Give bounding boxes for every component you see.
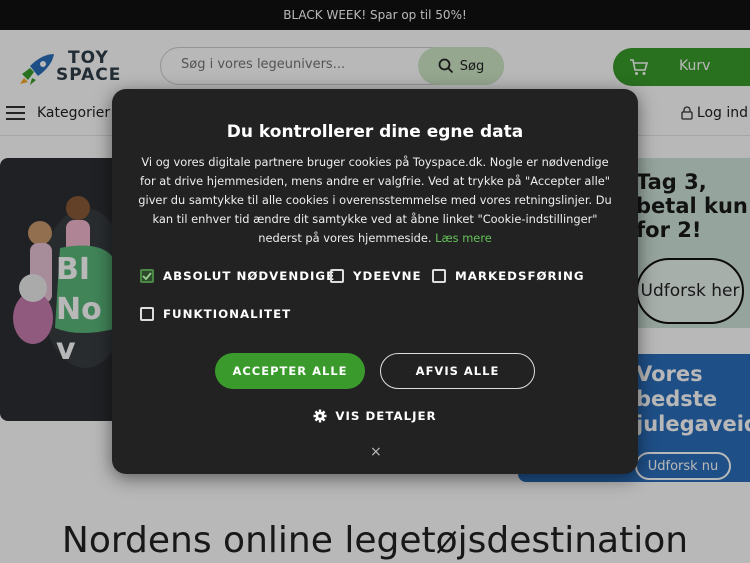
checkbox-marketing[interactable]: MARKEDSFØRING (432, 269, 585, 283)
checkbox-unchecked-icon (330, 269, 344, 283)
checkbox-functionality[interactable]: FUNKTIONALITET (140, 307, 291, 321)
cookie-dialog-title: Du kontrollerer dine egne data (226, 122, 524, 142)
checkbox-unchecked-icon (432, 269, 446, 283)
cookie-dialog-body: Vi og vores digitale partnere bruger coo… (132, 153, 618, 248)
checkbox-label: MARKEDSFØRING (455, 269, 585, 283)
checkbox-unchecked-icon (140, 307, 154, 321)
cookie-consent-dialog: Du kontrollerer dine egne data Vi og vor… (112, 89, 638, 474)
show-details-label: VIS DETALJER (335, 409, 437, 423)
gear-icon (313, 409, 327, 423)
checkbox-performance[interactable]: YDEEVNE (330, 269, 422, 283)
close-icon[interactable]: × (370, 444, 382, 460)
checkbox-strictly-necessary[interactable]: ABSOLUT NØDVENDIGE (140, 269, 335, 283)
checkbox-label: FUNKTIONALITET (163, 307, 292, 321)
checkbox-label: YDEEVNE (353, 269, 422, 283)
cookie-dialog-text: Vi og vores digitale partnere bruger coo… (138, 155, 612, 245)
checkbox-label: ABSOLUT NØDVENDIGE (163, 269, 336, 283)
read-more-link[interactable]: Læs mere (435, 231, 492, 245)
checkbox-checked-icon (140, 269, 154, 283)
show-details-button[interactable]: VIS DETALJER (112, 409, 638, 423)
reject-all-button[interactable]: AFVIS ALLE (380, 353, 535, 389)
accept-all-button[interactable]: ACCEPTER ALLE (215, 353, 365, 389)
